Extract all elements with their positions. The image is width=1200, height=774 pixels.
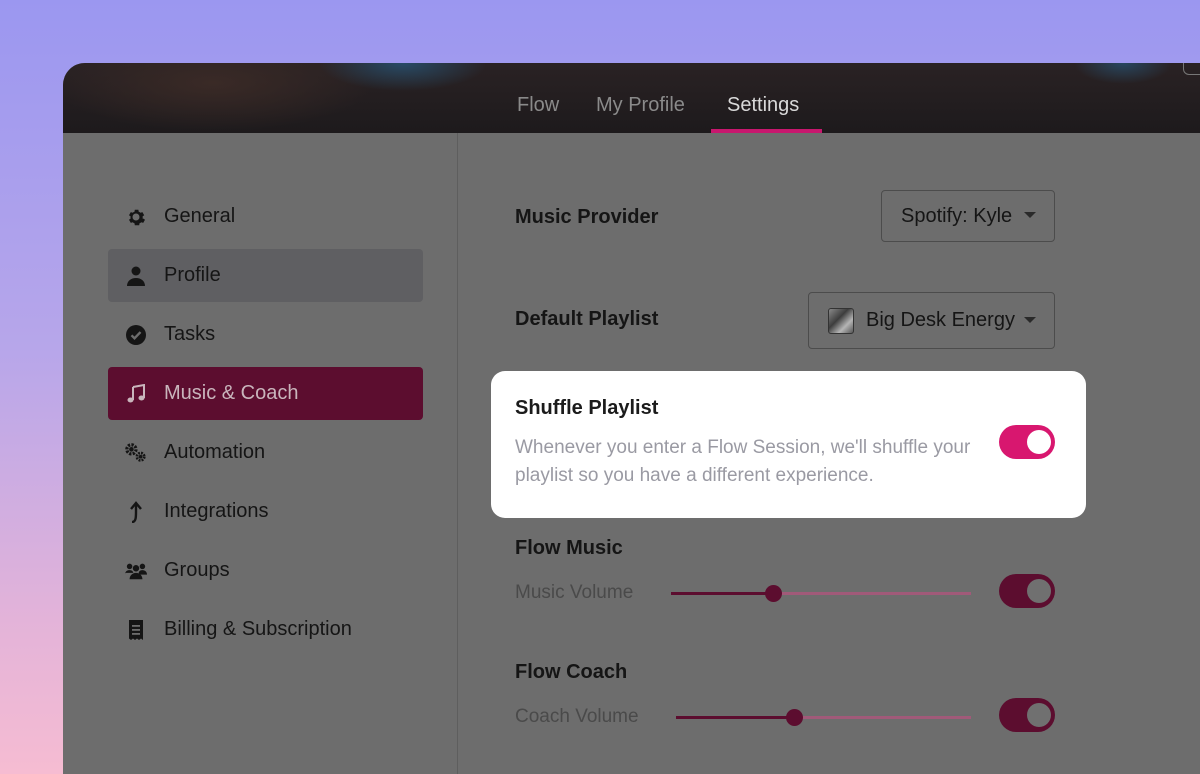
flow-coach-toggle[interactable]	[999, 698, 1055, 732]
top-tabs: Flow My Profile Settings	[63, 63, 1200, 133]
coach-volume-fill	[676, 716, 794, 719]
music-provider-label: Music Provider	[515, 206, 659, 228]
shuffle-playlist-toggle[interactable]	[999, 425, 1055, 459]
music-volume-slider[interactable]	[671, 585, 971, 602]
coach-volume-label: Coach Volume	[515, 706, 639, 727]
sidebar-item-general[interactable]: General	[108, 190, 423, 243]
users-icon	[125, 560, 147, 582]
sidebar-item-automation[interactable]: Automation	[108, 426, 423, 479]
flow-music-toggle[interactable]	[999, 574, 1055, 608]
toggle-knob	[1027, 579, 1051, 603]
sidebar-item-music-coach[interactable]: Music & Coach	[108, 367, 423, 420]
tab-my-profile[interactable]: My Profile	[596, 94, 685, 117]
sidebar-item-groups[interactable]: Groups	[108, 544, 423, 597]
music-volume-label: Music Volume	[515, 582, 634, 603]
tab-flow[interactable]: Flow	[517, 94, 559, 117]
flow-music-title: Flow Music	[515, 537, 623, 559]
music-volume-fill	[671, 592, 773, 595]
settings-sidebar: General Profile Tasks Music & Coach Auto…	[63, 133, 458, 774]
chevron-down-icon	[1024, 212, 1036, 218]
playlist-cover-image	[828, 307, 854, 334]
default-playlist-value: Big Desk Energy	[866, 309, 1015, 331]
sidebar-item-label: Profile	[164, 264, 221, 286]
arrow-up-icon	[125, 500, 147, 523]
sidebar-item-tasks[interactable]: Tasks	[108, 308, 423, 361]
sidebar-item-label: Tasks	[164, 323, 216, 345]
default-playlist-dropdown[interactable]: Big Desk Energy	[808, 292, 1055, 349]
sidebar-item-label: Integrations	[164, 500, 269, 522]
toggle-knob	[1027, 430, 1051, 454]
sidebar-item-label: Music & Coach	[164, 382, 299, 404]
sidebar-item-integrations[interactable]: Integrations	[108, 485, 423, 538]
sidebar-item-label: Groups	[164, 559, 230, 581]
chevron-down-icon	[1024, 317, 1036, 323]
gears-icon	[125, 442, 147, 464]
active-tab-indicator	[711, 129, 822, 133]
tab-settings[interactable]: Settings	[727, 94, 799, 117]
flow-coach-title: Flow Coach	[515, 661, 628, 683]
shuffle-playlist-description: Whenever you enter a Flow Session, we'll…	[515, 437, 971, 486]
sidebar-item-label: Automation	[164, 441, 266, 463]
music-provider-value: Spotify: Kyle	[901, 204, 1013, 227]
shuffle-playlist-card: Shuffle Playlist Whenever you enter a Fl…	[491, 371, 1086, 518]
toggle-knob	[1027, 703, 1051, 727]
sidebar-item-profile[interactable]: Profile	[108, 249, 423, 302]
check-circle-icon	[125, 324, 147, 346]
sidebar-item-label: General	[164, 205, 236, 227]
sidebar-item-billing[interactable]: Billing & Subscription	[108, 603, 423, 656]
gear-icon	[125, 206, 147, 228]
music-note-icon	[125, 383, 147, 405]
sidebar-item-label: Billing & Subscription	[164, 618, 352, 640]
music-provider-dropdown[interactable]: Spotify: Kyle	[881, 190, 1055, 242]
coach-volume-thumb[interactable]	[786, 709, 803, 726]
user-icon	[125, 265, 147, 287]
default-playlist-label: Default Playlist	[515, 308, 659, 330]
music-volume-thumb[interactable]	[765, 585, 782, 602]
receipt-icon	[125, 619, 147, 641]
coach-volume-slider[interactable]	[676, 709, 971, 726]
shuffle-playlist-title: Shuffle Playlist	[515, 397, 659, 419]
